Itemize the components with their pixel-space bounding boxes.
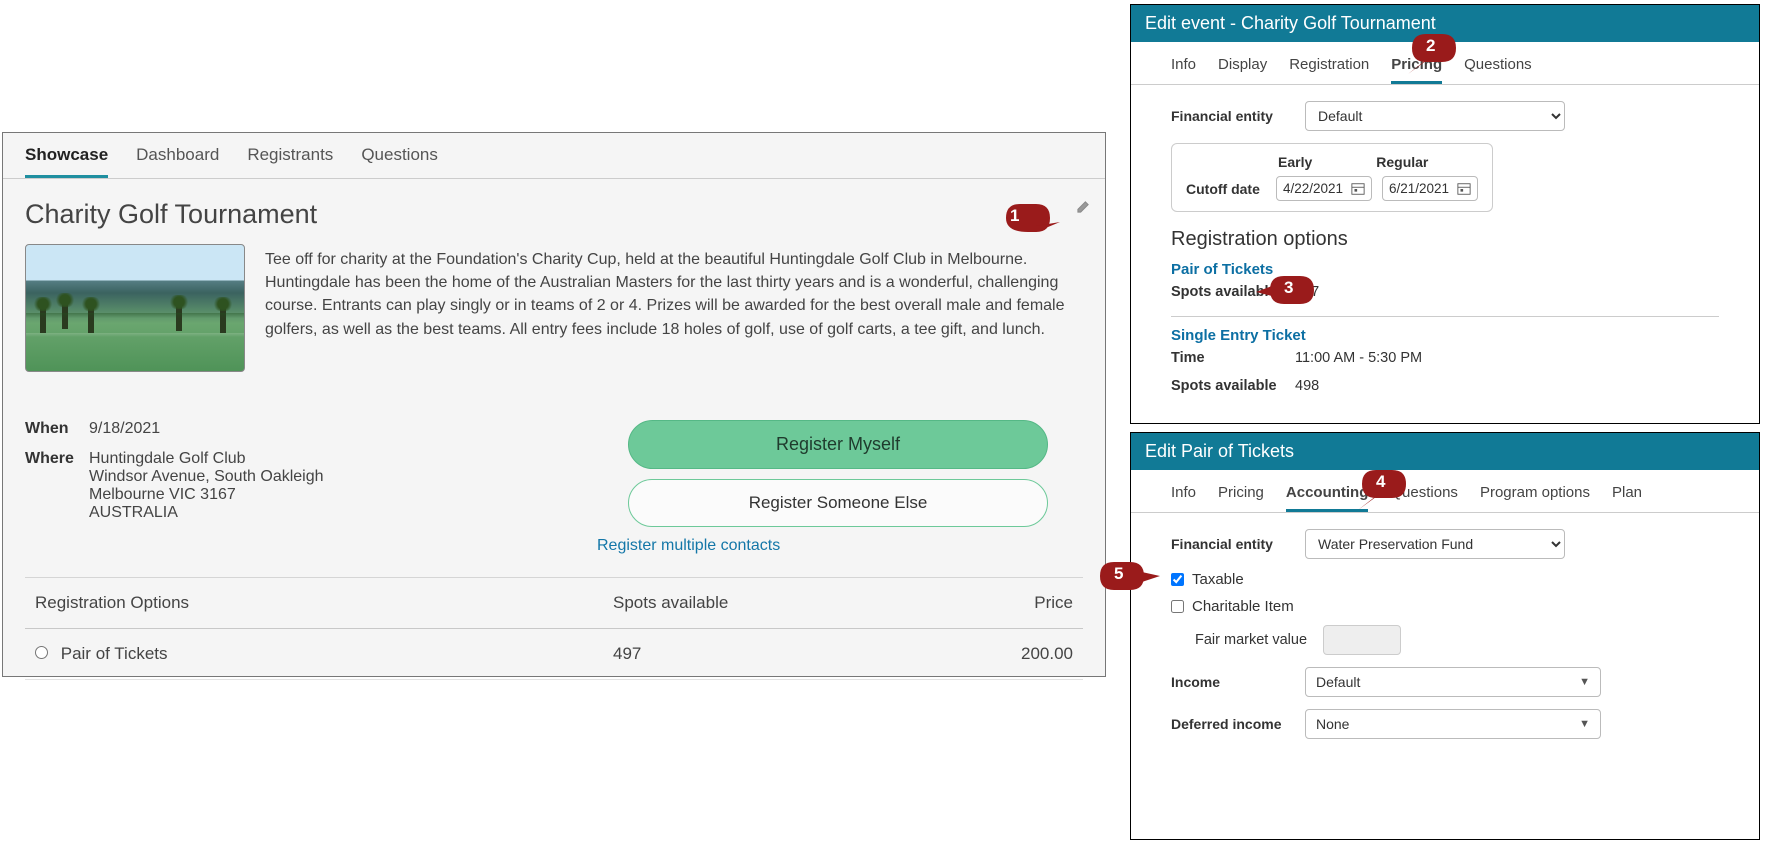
when-value: 9/18/2021	[89, 420, 160, 438]
cutoff-col-early: Early	[1278, 154, 1312, 170]
charitable-checkbox[interactable]	[1171, 600, 1184, 613]
charitable-label: Charitable Item	[1192, 598, 1294, 615]
callout-4: 4	[1354, 466, 1402, 500]
deferred-income-label: Deferred income	[1171, 716, 1305, 732]
callout-2: 2	[1404, 30, 1452, 64]
where-line-2: Melbourne VIC 3167	[89, 486, 324, 504]
registration-actions: Register Myself Register Someone Else Re…	[593, 420, 1083, 555]
tab-questions-edit[interactable]: Questions	[1464, 56, 1532, 84]
where-label: Where	[25, 450, 89, 522]
callout-3: 3	[1262, 272, 1310, 306]
calendar-icon	[1457, 182, 1471, 196]
cutoff-box: Early Regular Cutoff date 4/22/2021 6/21…	[1171, 143, 1493, 212]
reg-option-price: 200.00	[953, 644, 1073, 664]
time-value: 11:00 AM - 5:30 PM	[1295, 350, 1422, 366]
edit-pair-tabs: Info Pricing Accounting Questions Progra…	[1131, 470, 1759, 513]
edit-pair-panel: Edit Pair of Tickets Info Pricing Accoun…	[1130, 432, 1760, 840]
chevron-down-icon: ▼	[1579, 718, 1590, 730]
where-line-0: Huntingdale Golf Club	[89, 450, 324, 468]
register-someone-else-button[interactable]: Register Someone Else	[628, 479, 1048, 527]
regular-cutoff-input[interactable]: 6/21/2021	[1382, 176, 1478, 201]
early-cutoff-value: 4/22/2021	[1283, 181, 1343, 196]
tab-dashboard[interactable]: Dashboard	[136, 145, 219, 178]
divider	[1171, 316, 1719, 317]
spots-available-value-2: 498	[1295, 378, 1319, 394]
deferred-income-select[interactable]: None ▼	[1305, 709, 1601, 739]
early-cutoff-input[interactable]: 4/22/2021	[1276, 176, 1372, 201]
tab-pair-program-options[interactable]: Program options	[1480, 484, 1590, 512]
where-value: Huntingdale Golf Club Windsor Avenue, So…	[89, 450, 324, 522]
event-description: Tee off for charity at the Foundation's …	[265, 244, 1083, 372]
cutoff-col-regular: Regular	[1376, 154, 1428, 170]
col-reg-options: Registration Options	[35, 593, 613, 613]
when-label: When	[25, 420, 89, 438]
income-label: Income	[1171, 674, 1305, 690]
register-myself-button[interactable]: Register Myself	[628, 420, 1048, 469]
tab-questions[interactable]: Questions	[361, 145, 438, 178]
fair-market-value-label: Fair market value	[1195, 632, 1307, 648]
where-line-3: AUSTRALIA	[89, 504, 324, 522]
event-top-row: Tee off for charity at the Foundation's …	[3, 244, 1105, 372]
reg-option-name: Pair of Tickets	[61, 644, 168, 663]
taxable-label: Taxable	[1192, 571, 1244, 588]
tab-pair-info[interactable]: Info	[1171, 484, 1196, 512]
callout-number: 2	[1426, 36, 1435, 56]
col-spots: Spots available	[613, 593, 953, 613]
tab-registration[interactable]: Registration	[1289, 56, 1369, 84]
option-pair-of-tickets[interactable]: Pair of Tickets	[1171, 261, 1719, 278]
callout-number: 3	[1284, 278, 1293, 298]
callout-5: 5	[1096, 558, 1144, 592]
taxable-checkbox[interactable]	[1171, 573, 1184, 586]
event-title: Charity Golf Tournament	[3, 179, 1105, 244]
callout-number: 1	[1010, 206, 1019, 226]
tab-registrants[interactable]: Registrants	[247, 145, 333, 178]
chevron-down-icon: ▼	[1579, 676, 1590, 688]
tab-info[interactable]: Info	[1171, 56, 1196, 84]
calendar-icon	[1351, 182, 1365, 196]
registration-options-title: Registration options	[1171, 228, 1719, 251]
event-info: When 9/18/2021 Where Huntingdale Golf Cl…	[25, 420, 563, 555]
tab-pair-pricing[interactable]: Pricing	[1218, 484, 1264, 512]
financial-entity-label: Financial entity	[1171, 108, 1305, 124]
edit-icon[interactable]	[1076, 199, 1091, 214]
reg-option-spots: 497	[613, 644, 953, 664]
callout-1: 1	[1002, 200, 1050, 234]
option-single-entry[interactable]: Single Entry Ticket	[1171, 327, 1719, 344]
table-row[interactable]: Pair of Tickets 497 200.00	[25, 629, 1083, 680]
event-image	[25, 244, 245, 372]
tab-display[interactable]: Display	[1218, 56, 1267, 84]
financial-entity-label-2: Financial entity	[1171, 536, 1305, 552]
tab-showcase[interactable]: Showcase	[25, 145, 108, 178]
tab-pair-plan[interactable]: Plan	[1612, 484, 1642, 512]
cutoff-date-label: Cutoff date	[1186, 181, 1266, 197]
callout-number: 5	[1114, 564, 1123, 584]
edit-pair-header: Edit Pair of Tickets	[1131, 433, 1759, 470]
financial-entity-select-2[interactable]: Water Preservation Fund	[1305, 529, 1565, 559]
time-label: Time	[1171, 350, 1295, 366]
spots-available-label-2: Spots available	[1171, 378, 1295, 394]
col-price: Price	[953, 593, 1073, 613]
fair-market-value-input[interactable]	[1323, 625, 1401, 655]
register-multiple-link[interactable]: Register multiple contacts	[597, 537, 780, 555]
callout-number: 4	[1376, 472, 1385, 492]
where-line-1: Windsor Avenue, South Oakleigh	[89, 468, 324, 486]
deferred-income-value: None	[1316, 716, 1349, 732]
income-value: Default	[1316, 674, 1360, 690]
showcase-tabs: Showcase Dashboard Registrants Questions	[3, 133, 1105, 179]
income-select[interactable]: Default ▼	[1305, 667, 1601, 697]
financial-entity-select[interactable]: Default	[1305, 101, 1565, 131]
showcase-panel: Showcase Dashboard Registrants Questions…	[2, 132, 1106, 677]
reg-option-radio[interactable]	[35, 646, 48, 659]
regular-cutoff-value: 6/21/2021	[1389, 181, 1449, 196]
registration-options-table: Registration Options Spots available Pri…	[25, 577, 1083, 680]
